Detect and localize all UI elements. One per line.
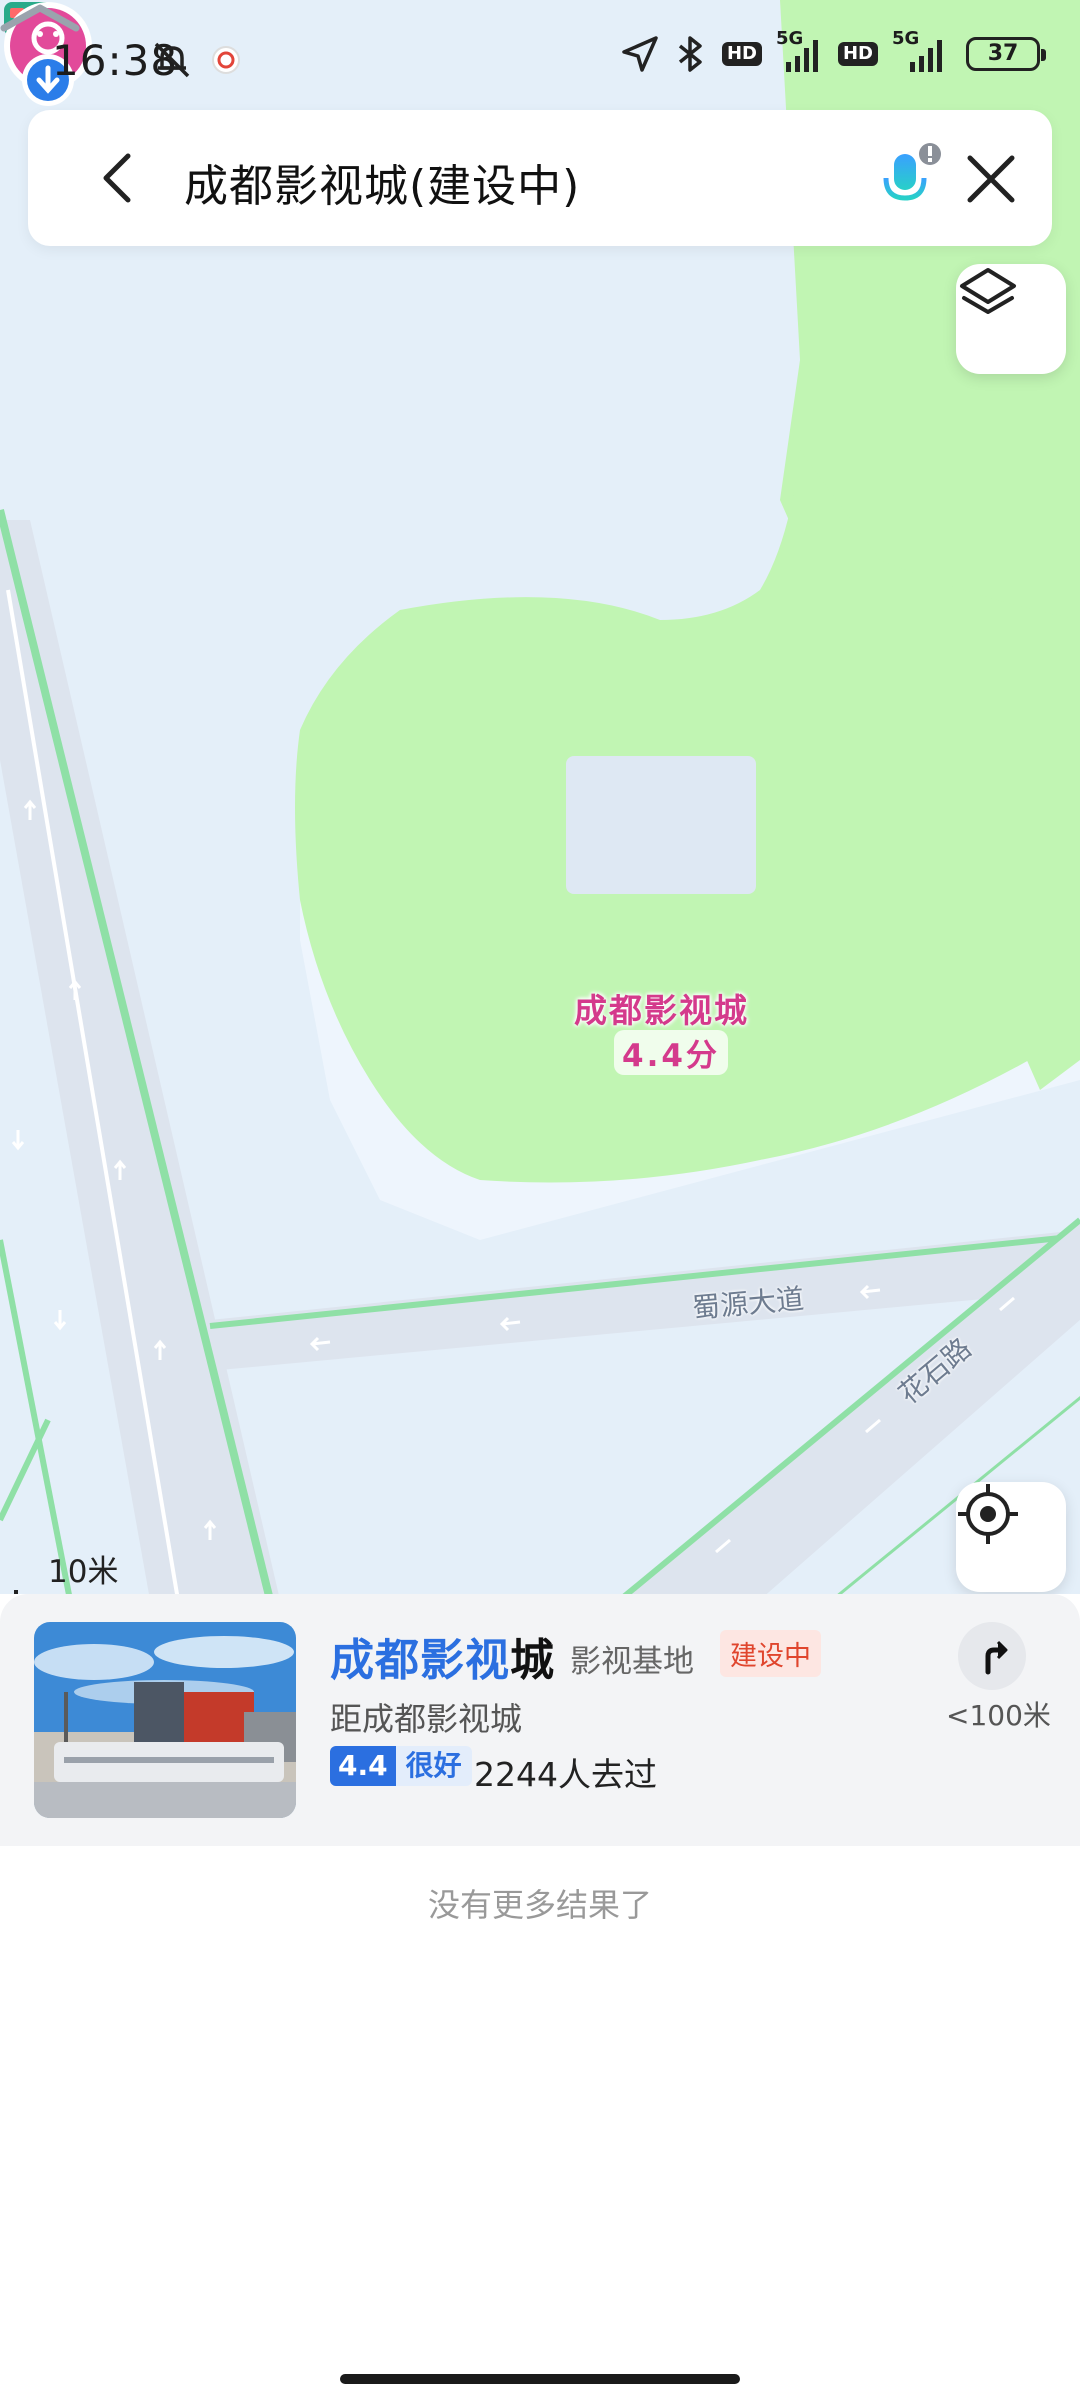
bluetooth-icon <box>678 36 702 72</box>
app-notification-icon <box>212 46 240 74</box>
result-title-rest: 城 <box>510 1635 555 1686</box>
turn-arrow-icon <box>985 1640 1008 1675</box>
crosshair-icon <box>958 1484 1018 1544</box>
poi-name-label[interactable]: 成都影视城 <box>574 984 749 1032</box>
result-title[interactable]: 成都影视城 <box>330 1624 555 1688</box>
signal-icon-2: 5G <box>892 28 952 74</box>
status-icons-left <box>152 40 242 80</box>
back-arrow-icon[interactable] <box>88 146 152 210</box>
microphone-icon[interactable] <box>866 140 946 220</box>
home-indicator[interactable] <box>340 2374 740 2384</box>
hd-badge-1: HD <box>721 42 762 66</box>
hd-badge-2: HD <box>837 42 878 66</box>
rating-score: 4.4 <box>330 1746 396 1786</box>
layers-icon <box>960 268 1016 314</box>
poi-score-label: 4.4分 <box>614 1030 728 1075</box>
network-label-1: 5G <box>775 28 804 49</box>
result-distance-description: 距成都影视城 <box>330 1700 523 1738</box>
status-badge: 建设中 <box>720 1630 821 1677</box>
map-layers-button[interactable] <box>956 264 1066 374</box>
close-icon[interactable] <box>956 144 1026 214</box>
rating-badge: 4.4 很好 <box>330 1746 472 1786</box>
bell-muted-icon <box>154 42 190 78</box>
locate-me-button[interactable] <box>956 1482 1066 1592</box>
battery-icon: 37 <box>966 37 1046 71</box>
location-arrow-icon <box>622 36 658 72</box>
status-bar: 16:38 HD 5G HD 5G 37 <box>0 0 1080 110</box>
visited-count: 2244人去过 <box>474 1755 657 1794</box>
no-more-results-text: 没有更多结果了 <box>427 1886 652 1924</box>
result-category: 影视基地 <box>570 1644 694 1680</box>
result-card[interactable]: 成都影视城 影视基地 建设中 距成都影视城 4.4 很好 2244人去过 <10… <box>0 1594 1080 1846</box>
map-scale-label: 10米 <box>48 1554 119 1590</box>
result-title-highlight: 成都影视 <box>330 1635 510 1686</box>
navigation-distance: <100米 <box>946 1699 1051 1732</box>
navigate-button[interactable] <box>958 1622 1026 1690</box>
result-thumbnail-image[interactable] <box>34 1622 296 1818</box>
status-icons-right: HD 5G HD 5G 37 <box>620 28 1046 74</box>
results-panel: 成都影视城 影视基地 建设中 距成都影视城 4.4 很好 2244人去过 <10… <box>0 1594 1080 2400</box>
rating-text: 很好 <box>395 1746 472 1786</box>
battery-level: 37 <box>987 41 1019 66</box>
signal-icon-1: 5G <box>776 28 824 74</box>
search-bar: 成都影视城(建设中) <box>28 110 1052 246</box>
search-input[interactable]: 成都影视城(建设中) <box>184 150 580 214</box>
network-label-2: 5G <box>892 28 920 49</box>
